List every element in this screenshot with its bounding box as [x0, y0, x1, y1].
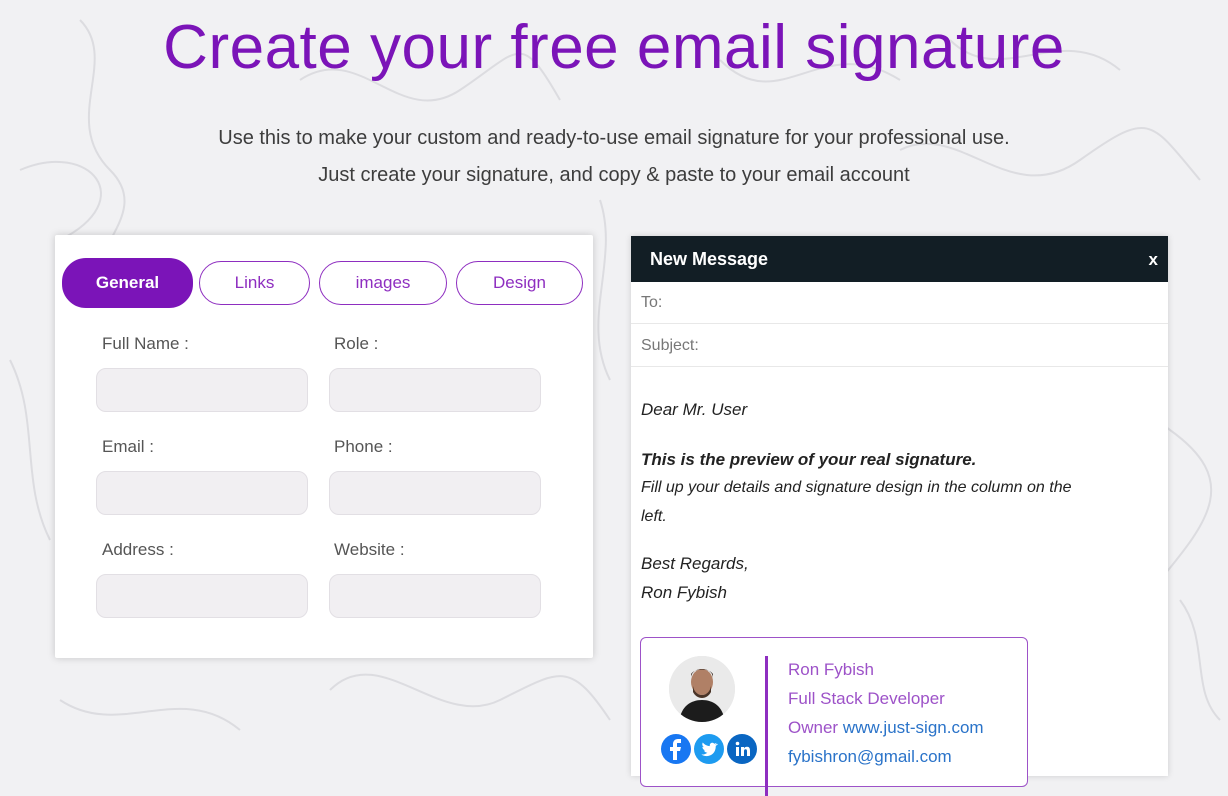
tab-design[interactable]: Design: [456, 261, 583, 305]
email-label: Email :: [102, 437, 154, 456]
email-input[interactable]: [96, 471, 308, 515]
page-title: Create your free email signature: [163, 13, 1065, 82]
tab-general[interactable]: General: [62, 258, 193, 308]
phone-label: Phone :: [334, 437, 393, 456]
website-label: Website :: [334, 540, 405, 559]
close-button[interactable]: x: [1149, 250, 1158, 270]
signature-form-card: General Links images Design Full Name : …: [55, 235, 593, 658]
signature-owner-line: Owner www.just-sign.com: [788, 718, 984, 738]
email-preview-line-1: Fill up your details and signature desig…: [641, 479, 1072, 496]
role-input[interactable]: [329, 368, 541, 412]
email-greeting: Dear Mr. User: [641, 400, 748, 419]
full-name-input[interactable]: [96, 368, 308, 412]
tab-images[interactable]: images: [319, 261, 447, 305]
signature-email-link[interactable]: fybishron@gmail.com: [788, 747, 952, 766]
signature-owner-prefix: Owner: [788, 718, 839, 737]
twitter-icon[interactable]: [694, 734, 724, 764]
address-input[interactable]: [96, 574, 308, 618]
email-preview-bold: This is the preview of your real signatu…: [641, 450, 977, 469]
address-label: Address :: [102, 540, 174, 559]
signature-email: fybishron@gmail.com: [788, 747, 952, 767]
phone-input[interactable]: [329, 471, 541, 515]
email-preview-header: New Message x: [631, 236, 1168, 282]
to-field[interactable]: To:: [631, 282, 1168, 324]
page-subtitle: Use this to make your custom and ready-t…: [0, 120, 1228, 194]
form-tabs: General Links images Design: [62, 258, 587, 308]
role-label: Role :: [334, 334, 379, 353]
signature-role: Full Stack Developer: [788, 689, 945, 708]
full-name-label: Full Name :: [102, 334, 189, 353]
email-preview-line-2: left.: [641, 508, 667, 525]
website-input[interactable]: [329, 574, 541, 618]
email-preview-window: New Message x To: Subject: Dear Mr. User…: [631, 236, 1168, 796]
facebook-icon[interactable]: [661, 734, 691, 764]
subtitle-line-2: Just create your signature, and copy & p…: [318, 164, 910, 186]
signature-preview: Ron Fybish Full Stack Developer Owner ww…: [640, 637, 1028, 796]
avatar: [669, 656, 735, 722]
email-sender: Ron Fybish: [641, 583, 727, 602]
signature-name: Ron Fybish: [788, 660, 874, 679]
subject-field[interactable]: Subject:: [631, 325, 1168, 367]
subtitle-line-1: Use this to make your custom and ready-t…: [218, 127, 1010, 149]
email-preview-title: New Message: [650, 249, 769, 269]
tab-links[interactable]: Links: [199, 261, 310, 305]
email-regards: Best Regards,: [641, 554, 749, 573]
signature-divider: [765, 656, 768, 796]
linkedin-icon[interactable]: [727, 734, 757, 764]
signature-website-link[interactable]: www.just-sign.com: [843, 718, 984, 737]
